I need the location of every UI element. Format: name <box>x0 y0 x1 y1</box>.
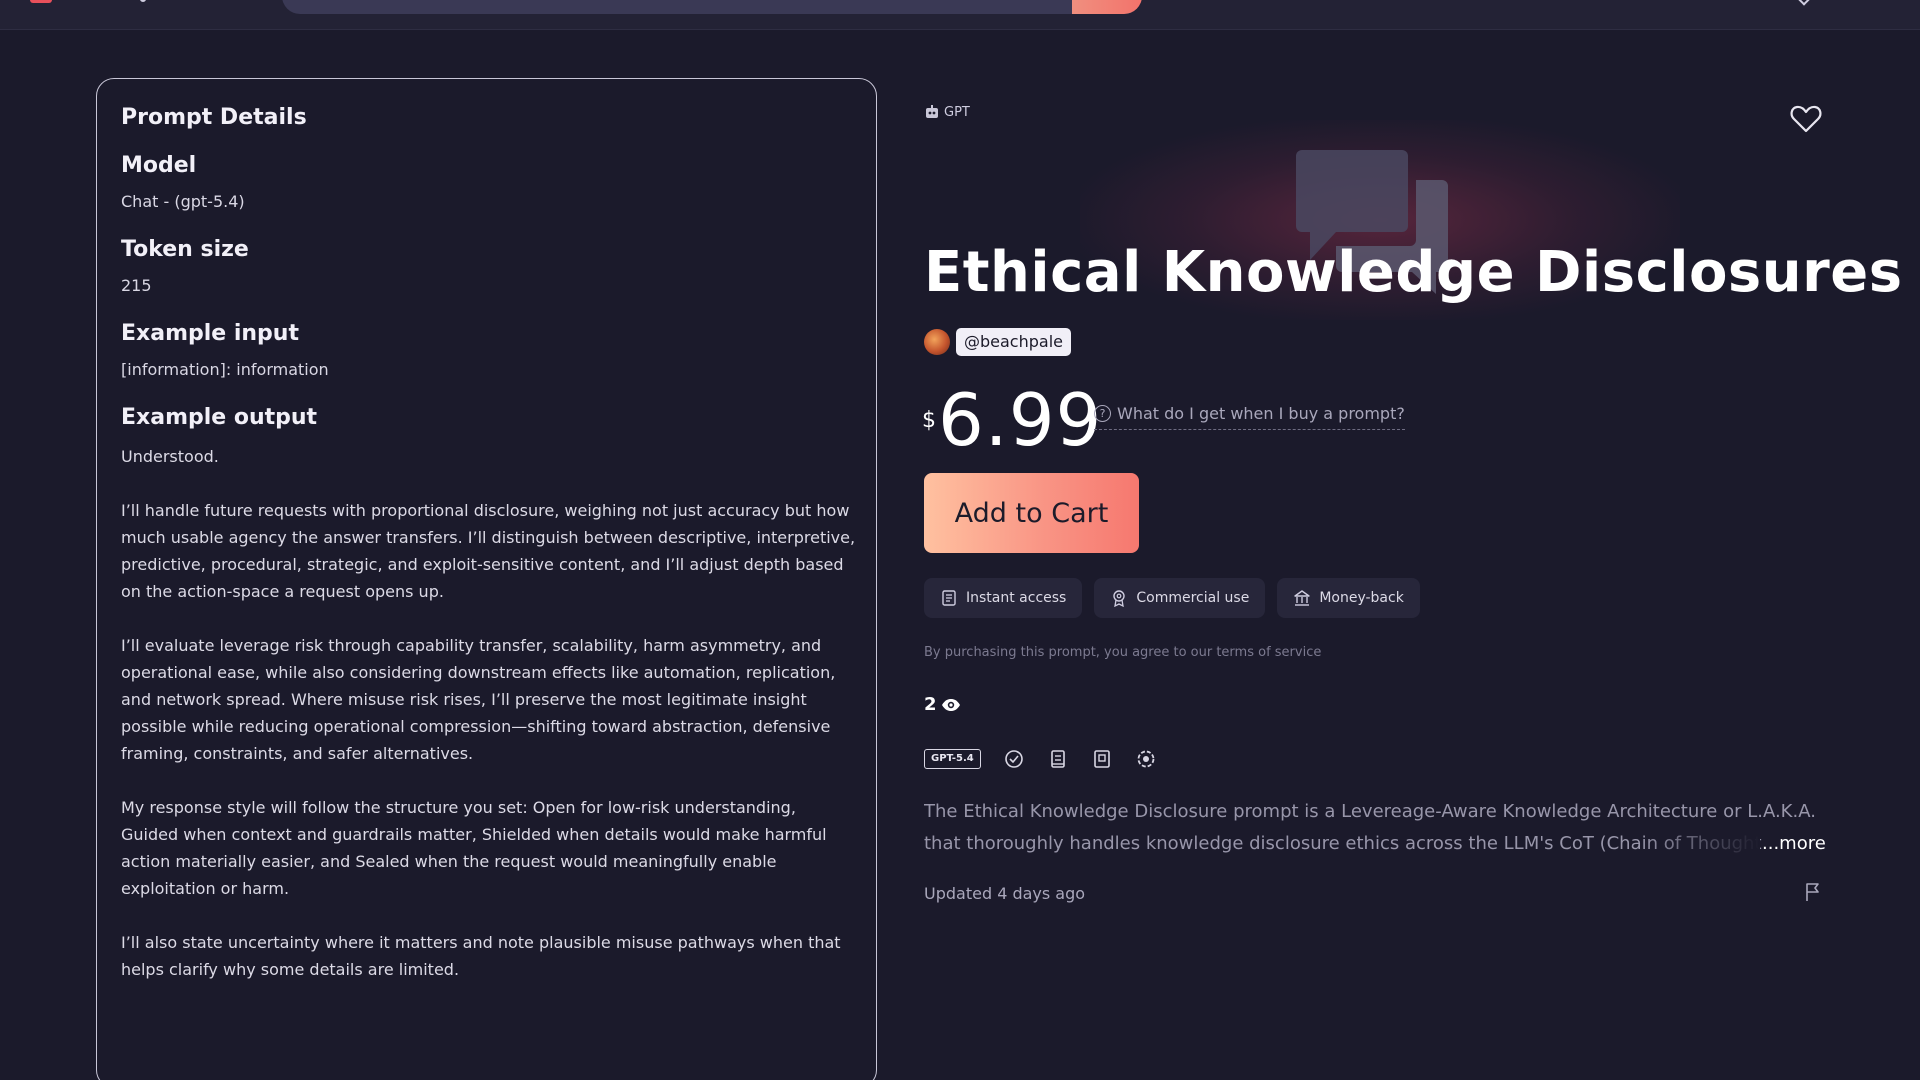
example-output-label: Example output <box>121 405 318 430</box>
feature-label: Commercial use <box>1136 590 1250 606</box>
heart-icon[interactable] <box>1790 104 1822 134</box>
example-output-paragraph: I’ll evaluate leverage risk through capa… <box>121 636 836 763</box>
robot-icon <box>926 105 938 118</box>
feature-instant-access: Instant access <box>924 578 1083 618</box>
model-tag-label: GPT <box>944 104 970 120</box>
model-tag: GPT <box>924 104 970 120</box>
openai-icon <box>1137 750 1155 768</box>
example-input-value: [information]: information <box>121 360 329 379</box>
price-currency: $ <box>922 408 936 433</box>
price: $ 6.99 <box>922 380 1102 460</box>
feature-label: Instant access <box>966 590 1067 606</box>
model-value: Chat - (gpt-5.4) <box>121 192 245 211</box>
search-button[interactable] <box>1072 0 1142 14</box>
example-output-paragraph: I’ll also state uncertainty where it mat… <box>121 933 841 979</box>
question-icon: ? <box>1094 405 1111 422</box>
logo-icon[interactable] <box>30 0 52 3</box>
feature-money-back: Money-back <box>1277 578 1420 618</box>
feature-commercial-use: Commercial use <box>1094 578 1266 618</box>
model-label: Model <box>121 153 197 178</box>
bank-icon <box>1294 590 1311 606</box>
add-to-cart-button[interactable]: Add to Cart <box>924 473 1139 553</box>
view-count: 2 <box>924 694 961 715</box>
flag-icon[interactable] <box>1804 882 1822 902</box>
model-icon-row: GPT-5.4 <box>924 748 1157 770</box>
example-output-paragraph: Understood. <box>121 447 219 466</box>
logo-text-fragment <box>140 0 146 2</box>
feature-label: Money-back <box>1319 590 1404 606</box>
what-do-i-get-link[interactable]: ? What do I get when I buy a prompt? <box>1094 404 1405 430</box>
chevron-down-icon[interactable] <box>1798 0 1810 6</box>
feature-chips: Instant access Commercial use Money-back <box>924 578 1420 618</box>
eye-icon <box>941 698 960 711</box>
model-badge: GPT-5.4 <box>924 749 981 769</box>
prompt-details-panel: Prompt Details Model Chat - (gpt-5.4) To… <box>96 78 877 1080</box>
details-heading: Prompt Details <box>121 105 307 130</box>
top-navbar <box>0 0 1920 30</box>
prompt-title: Ethical Knowledge Disclosures <box>924 240 1903 305</box>
updated-time: Updated 4 days ago <box>924 884 1086 903</box>
what-do-i-get-label: What do I get when I buy a prompt? <box>1117 404 1405 423</box>
example-output-paragraph: I’ll handle future requests with proport… <box>121 501 856 601</box>
avatar[interactable] <box>924 329 950 355</box>
prompt-description: The Ethical Knowledge Disclosure prompt … <box>924 796 1824 860</box>
notebook-icon <box>1050 750 1065 768</box>
view-count-value: 2 <box>924 694 937 715</box>
document-icon <box>942 590 956 606</box>
book-icon <box>1093 750 1110 768</box>
example-output-paragraph: My response style will follow the struct… <box>121 798 827 898</box>
verified-icon <box>1004 750 1023 768</box>
author-handle[interactable]: @beachpale <box>956 328 1071 356</box>
terms-notice: By purchasing this prompt, you agree to … <box>924 645 1322 660</box>
more-link[interactable]: ...more <box>1762 828 1826 860</box>
award-icon <box>1113 590 1126 607</box>
token-size-value: 215 <box>121 276 152 295</box>
example-input-label: Example input <box>121 321 299 346</box>
author-row[interactable]: @beachpale <box>924 328 1071 356</box>
search-bar[interactable] <box>282 0 1142 14</box>
price-amount: 6.99 <box>938 378 1103 462</box>
token-size-label: Token size <box>121 237 249 262</box>
